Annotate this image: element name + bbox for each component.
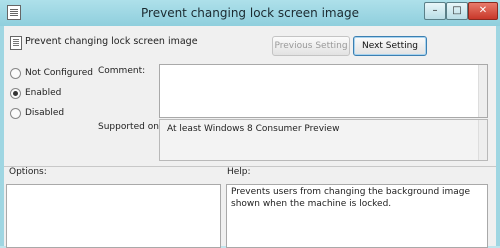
previous-setting-button[interactable]: Previous Setting: [272, 36, 350, 56]
policy-dialog-window: Prevent changing lock screen image – □ ✕…: [0, 0, 500, 248]
comment-label: Comment:: [98, 66, 146, 76]
options-label: Options:: [9, 167, 47, 177]
minimize-button[interactable]: –: [424, 2, 446, 20]
radio-label: Enabled: [25, 88, 62, 98]
policy-setting-icon: [10, 36, 22, 50]
comment-scrollbar[interactable]: [478, 65, 487, 117]
help-text: Prevents users from changing the backgro…: [231, 187, 471, 209]
help-label: Help:: [227, 167, 251, 177]
help-panel[interactable]: Prevents users from changing the backgro…: [226, 184, 488, 248]
setting-name: Prevent changing lock screen image: [25, 36, 198, 47]
radio-selected-icon: [10, 88, 21, 99]
next-setting-button[interactable]: Next Setting: [353, 36, 427, 56]
title-bar[interactable]: Prevent changing lock screen image – □ ✕: [0, 0, 500, 26]
maximize-button[interactable]: □: [446, 2, 468, 20]
radio-label: Disabled: [25, 108, 65, 118]
supported-on-field: At least Windows 8 Consumer Preview: [159, 119, 488, 161]
close-button[interactable]: ✕: [468, 2, 498, 20]
radio-circle-icon: [10, 68, 21, 79]
dialog-body: Prevent changing lock screen image Previ…: [4, 26, 496, 248]
radio-circle-icon: [10, 108, 21, 119]
comment-field[interactable]: [159, 64, 488, 118]
options-panel[interactable]: [6, 184, 221, 248]
supported-scrollbar[interactable]: [478, 120, 487, 160]
supported-on-value: At least Windows 8 Consumer Preview: [167, 124, 340, 134]
radio-label: Not Configured: [25, 68, 93, 78]
supported-on-label: Supported on:: [98, 122, 162, 132]
